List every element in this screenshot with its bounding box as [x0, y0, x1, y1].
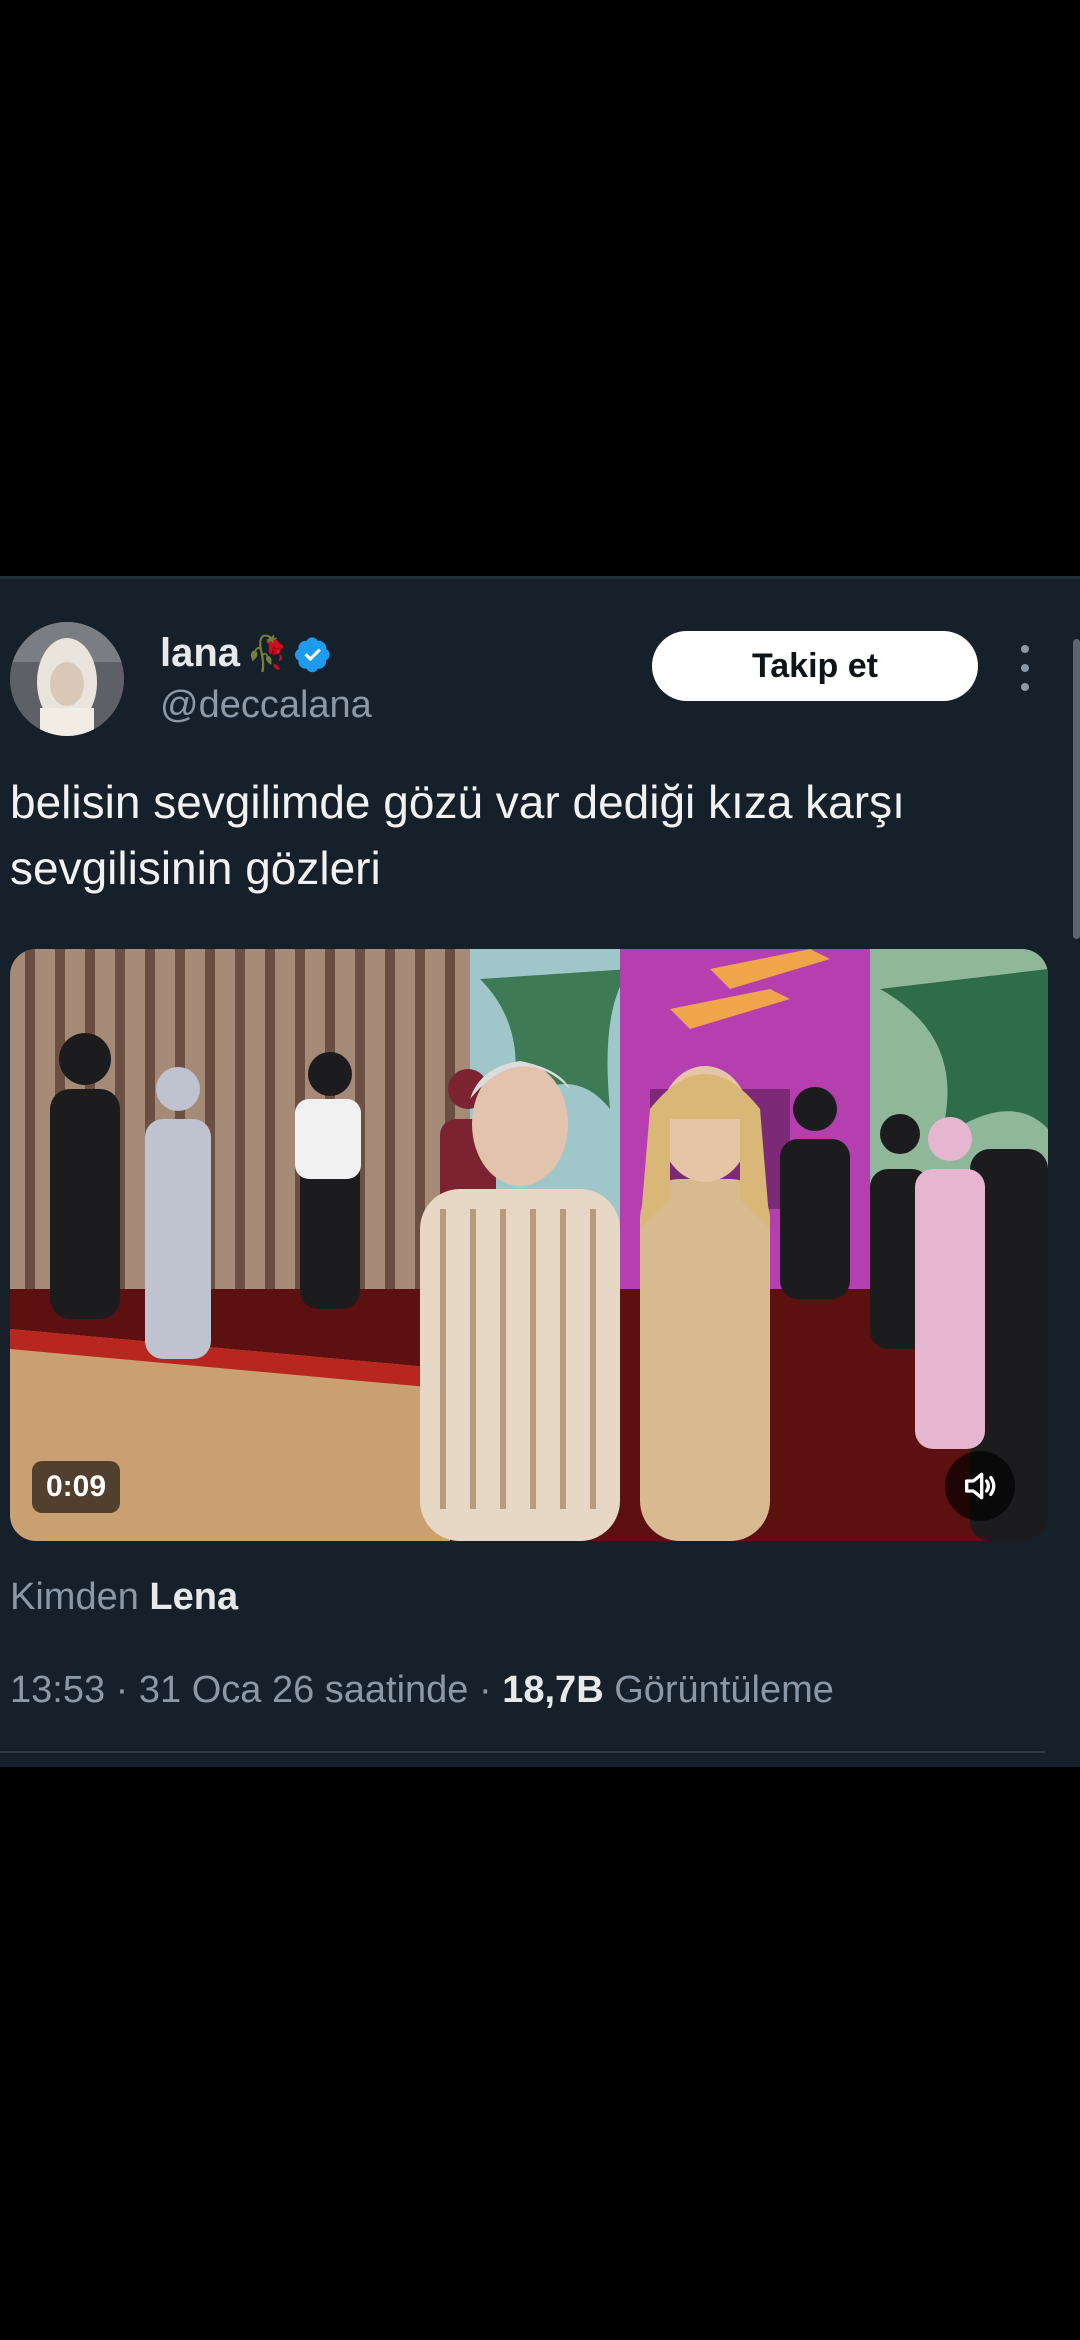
author-name[interactable]: lana — [160, 631, 240, 676]
tweet-card: lana 🥀 @deccalana Takip et belisin sevgi… — [0, 576, 1080, 1767]
attribution-prefix: Kimden — [10, 1576, 139, 1618]
video-player[interactable]: 0:09 — [10, 949, 1048, 1541]
meta-separator: · — [115, 1669, 129, 1711]
attribution: Kimden Lena — [10, 1576, 238, 1619]
attribution-source[interactable]: Lena — [149, 1576, 238, 1618]
avatar[interactable] — [10, 622, 124, 736]
tweet-date[interactable]: 31 Oca 26 saatinde — [139, 1669, 469, 1711]
video-thumbnail — [10, 949, 1048, 1541]
volume-icon[interactable] — [945, 1451, 1015, 1521]
divider — [0, 1751, 1045, 1753]
video-duration: 0:09 — [32, 1461, 121, 1513]
author-name-row: lana 🥀 — [160, 631, 332, 676]
view-count: 18,7B — [502, 1669, 604, 1711]
name-emoji: 🥀 — [246, 634, 289, 673]
tweet-text: belisin sevgilimde gözü var dediği kıza … — [10, 776, 905, 894]
more-options-icon[interactable] — [1010, 645, 1040, 691]
verified-badge-icon — [294, 635, 332, 673]
tweet-time[interactable]: 13:53 — [10, 1669, 105, 1711]
meta-separator: · — [479, 1669, 492, 1711]
follow-button[interactable]: Takip et — [652, 631, 978, 701]
tweet-meta: 13:53 · 31 Oca 26 saatinde · 18,7B Görün… — [10, 1669, 834, 1712]
view-label: Görüntüleme — [614, 1669, 834, 1711]
author-handle[interactable]: @deccalana — [160, 684, 372, 727]
scrollbar[interactable] — [1073, 639, 1080, 939]
